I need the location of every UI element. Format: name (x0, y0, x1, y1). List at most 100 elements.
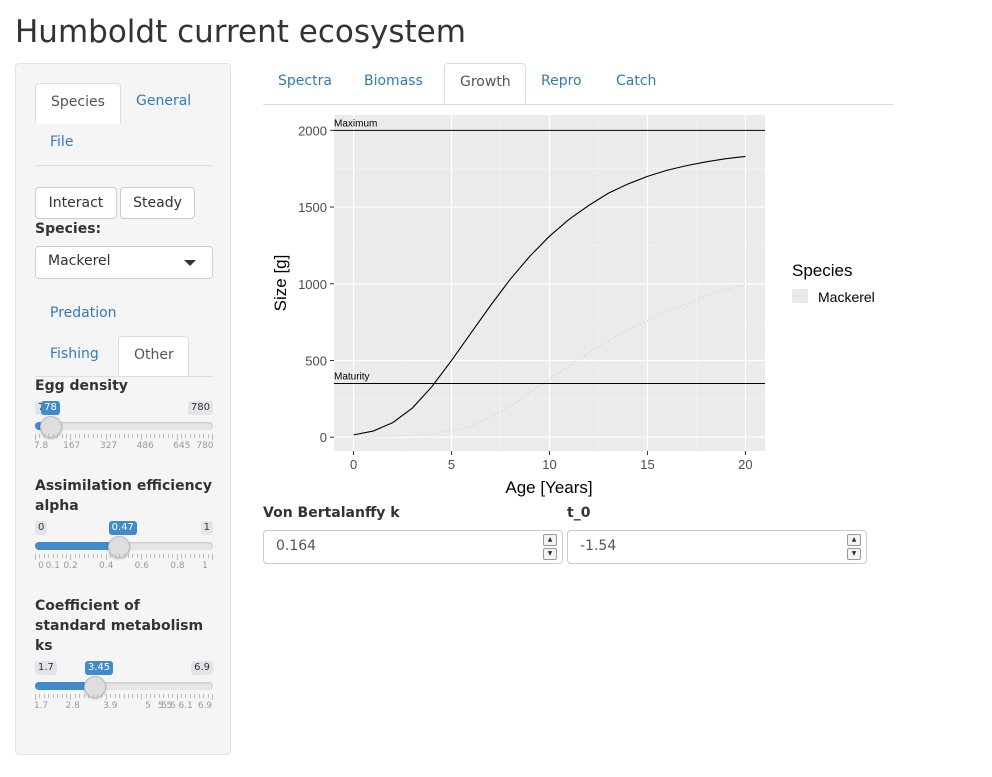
slider-tick-label: 1 (202, 561, 208, 571)
t0-input[interactable]: -1.54 ▲ ▼ (567, 530, 867, 564)
slider-tick (88, 554, 90, 558)
slider-tick (154, 694, 156, 698)
slider-tick (132, 554, 134, 558)
t0-spinner[interactable]: ▲ ▼ (847, 534, 861, 560)
spin-up-icon[interactable]: ▲ (543, 534, 557, 546)
slider-tick (70, 554, 72, 560)
tab-catch[interactable]: Catch (601, 63, 671, 104)
slider-tick-label: 6.1 (178, 701, 193, 711)
slider-tick (39, 434, 41, 438)
slider-tick (163, 554, 165, 558)
slider-tick (35, 554, 36, 560)
species-select[interactable]: Mackerel (35, 246, 213, 279)
slider-tick (101, 554, 103, 558)
slider-tick (181, 554, 183, 558)
slider-tick-label: 5.6 (161, 701, 176, 711)
tab-general[interactable]: General (121, 83, 207, 124)
metabolism-slider[interactable]: 1.7 6.9 3.45 1.7 2.8 3.9 5 5.5 5.6 6.1 6.9 (34, 661, 213, 717)
spin-down-icon[interactable]: ▼ (543, 548, 557, 560)
slider-max-badge: 6.9 (191, 661, 213, 675)
interact-button[interactable]: Interact (35, 187, 117, 219)
slider-tick-label: 6.9 (197, 701, 213, 711)
slider-tick (88, 694, 90, 698)
slider-tick (212, 434, 213, 440)
slider-tick (74, 434, 76, 438)
tab-species[interactable]: Species (35, 83, 121, 124)
slider-tick (105, 694, 107, 700)
slider-tick (185, 434, 187, 438)
metabolism-label: Coefficient of standard metabolism ks (35, 598, 204, 654)
slider-tick-label: 0.2 (63, 561, 78, 571)
slider-ticks (35, 554, 213, 560)
y-tick-label: 1500 (298, 200, 327, 215)
slider-tick (172, 694, 174, 698)
slider-tick (83, 554, 85, 558)
slider-tick (74, 694, 76, 698)
slider-tick (61, 554, 63, 558)
slider-tick-label: 3.9 (103, 701, 118, 711)
slider-tick (207, 434, 209, 438)
slider-tick (39, 694, 41, 698)
k-spinner[interactable]: ▲ ▼ (543, 534, 557, 560)
slider-value-badge: 0.47 (108, 521, 137, 535)
tab-other[interactable]: Other (118, 336, 189, 377)
slider-tick (114, 554, 116, 558)
slider-tick (154, 554, 156, 558)
slider-tick (145, 554, 147, 558)
slider-tick (198, 694, 200, 698)
slider-tick (61, 434, 63, 438)
tab-divider (35, 165, 213, 166)
slider-tick (119, 694, 121, 698)
slider-tick (167, 694, 169, 698)
slider-tick (83, 434, 85, 438)
k-input[interactable]: 0.164 ▲ ▼ (263, 530, 563, 564)
species-label: Species: (35, 221, 102, 237)
x-tick-label: 10 (542, 457, 556, 472)
slider-tick (123, 694, 125, 698)
y-tick-label: 500 (305, 353, 327, 368)
slider-track[interactable] (35, 682, 213, 690)
tab-file[interactable]: File (35, 124, 95, 165)
slider-tick (114, 694, 116, 698)
slider-tick (198, 554, 200, 558)
k-label: Von Bertalanffy k (263, 505, 400, 521)
tab-growth[interactable]: Growth (444, 63, 526, 104)
slider-tick (123, 434, 125, 438)
sidebar-top-tabs: Species General File (35, 83, 225, 165)
slider-tick-label: 0.4 (99, 561, 114, 571)
k-value: 0.164 (276, 538, 317, 554)
slider-tick (43, 694, 45, 698)
slider-tick (158, 694, 160, 698)
slider-tick (158, 434, 160, 438)
y-axis-ticks: 0 500 1000 1500 2000 (298, 123, 334, 445)
tab-spectra[interactable]: Spectra (263, 63, 349, 104)
steady-button[interactable]: Steady (120, 187, 195, 219)
tab-repro[interactable]: Repro (526, 63, 601, 104)
slider-tick (52, 554, 54, 558)
slider-tick (207, 694, 209, 698)
spin-up-icon[interactable]: ▲ (847, 534, 861, 546)
slider-ticks (35, 434, 213, 440)
slider-tick-label: 0.8 (170, 561, 185, 571)
sidebar-sub-tabs: Predation Fishing Other (35, 295, 225, 377)
slider-tick (212, 554, 213, 560)
slider-tick (176, 554, 178, 560)
slider-tick (185, 694, 187, 698)
slider-tick (61, 694, 63, 698)
legend-entry: Mackerel (818, 289, 875, 305)
slider-tick (203, 554, 205, 558)
slider-tick (70, 694, 72, 700)
tab-biomass[interactable]: Biomass (349, 63, 444, 104)
x-axis-ticks: 0 5 10 15 20 (350, 451, 753, 472)
tab-fishing[interactable]: Fishing (35, 336, 118, 377)
slider-value-badge: 3.45 (84, 661, 114, 675)
slider-tick (132, 694, 134, 698)
slider-tick (92, 434, 94, 438)
slider-tick (101, 694, 103, 698)
assimilation-slider[interactable]: 0 1 0.47 0 0.1 0.2 0.4 0.6 0.8 1 (35, 521, 213, 577)
spin-down-icon[interactable]: ▼ (847, 548, 861, 560)
main-tabs: Spectra Biomass Growth Repro Catch (263, 63, 671, 104)
tab-predation[interactable]: Predation (35, 295, 135, 336)
egg-density-slider[interactable]: 7.8 780 78 7.8167327486645780 (34, 401, 214, 457)
reference-line-label: Maximum (334, 118, 377, 129)
